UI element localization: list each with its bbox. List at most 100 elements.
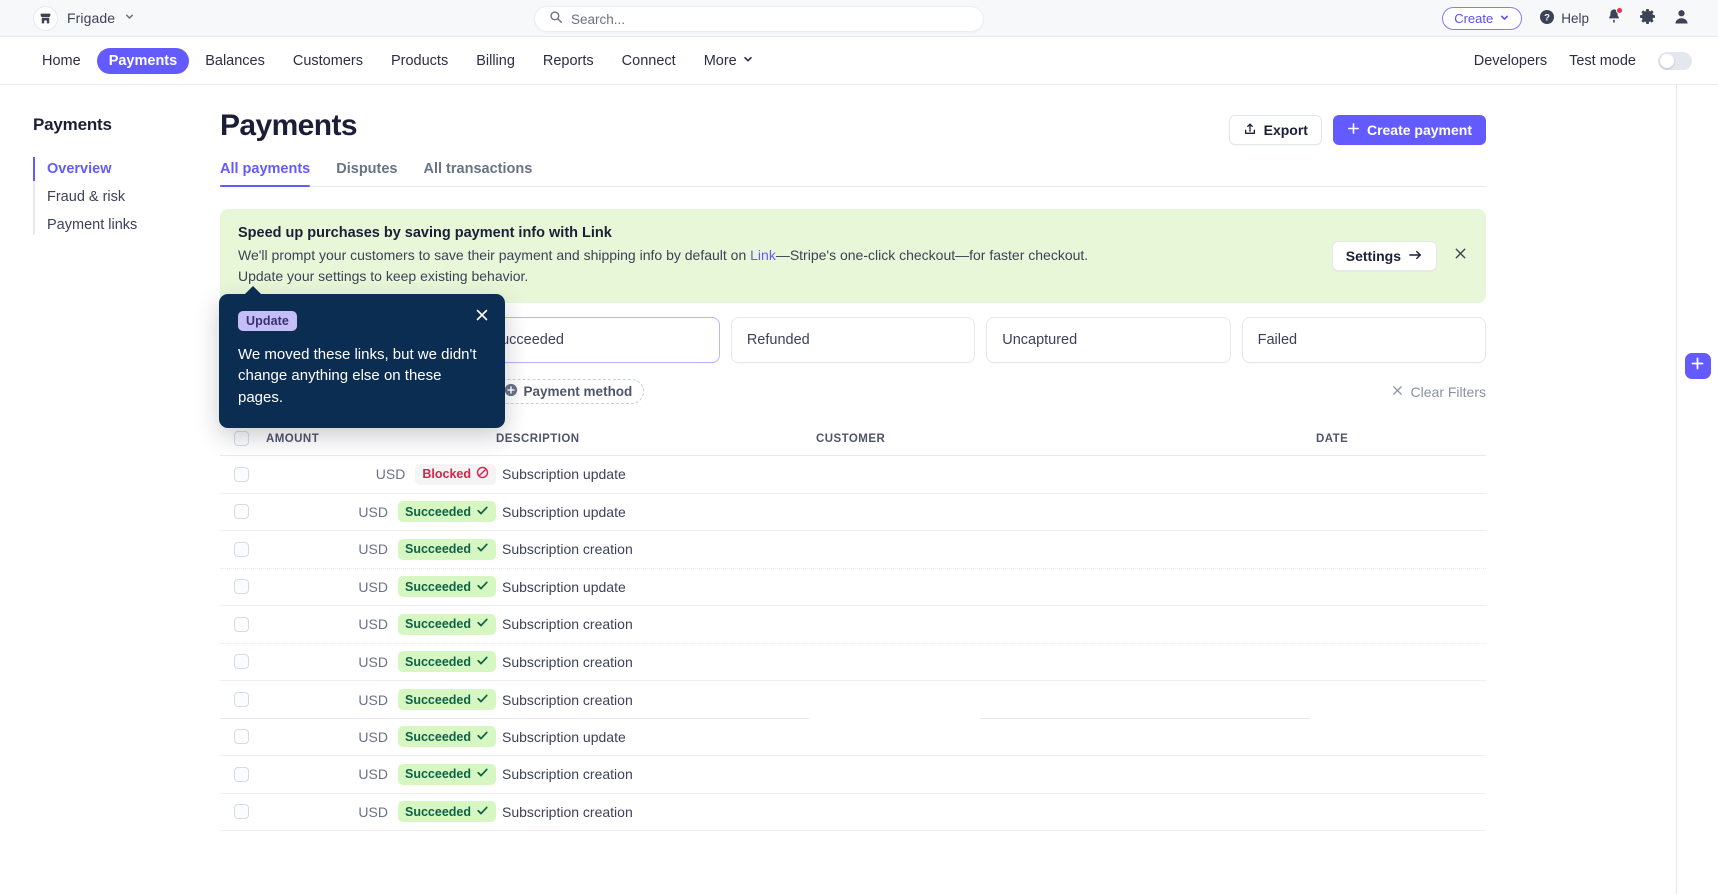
nav-item-connect[interactable]: Connect (610, 48, 688, 74)
column-header-customer[interactable]: CUSTOMER (816, 433, 1316, 445)
status-badge: Succeeded (397, 726, 496, 748)
store-icon (33, 5, 58, 31)
status-filter-refunded[interactable]: Refunded (730, 317, 976, 363)
cell-currency: USD (375, 466, 406, 483)
nav-right-actions: Developers Test mode (1474, 51, 1692, 70)
page-header-actions: Export Create payment (1228, 115, 1486, 145)
help-button-label: Help (1561, 11, 1589, 26)
test-mode-toggle[interactable] (1658, 51, 1692, 70)
status-badge: Blocked (415, 463, 496, 485)
table-row[interactable]: USD Blocked Subscription update (220, 456, 1486, 494)
tooltip-close-button[interactable] (474, 307, 490, 328)
create-button[interactable]: Create (1442, 7, 1523, 30)
status-filter-uncaptured[interactable]: Uncaptured (986, 317, 1231, 363)
banner-body-before: We'll prompt your customers to save thei… (238, 247, 751, 263)
sidebar-item-label: Overview (47, 161, 112, 177)
help-button[interactable]: ? Help (1539, 9, 1589, 28)
account-button[interactable] (1673, 8, 1690, 30)
select-all-checkbox[interactable] (234, 431, 249, 446)
row-checkbox[interactable] (234, 654, 249, 670)
cell-currency: USD (358, 803, 388, 820)
table-row[interactable]: USD Succeeded Subscription creation (220, 681, 1486, 719)
update-tooltip: Update We moved these links, but we didn… (219, 286, 505, 428)
table-row[interactable]: USD Succeeded Subscription creation (220, 606, 1486, 644)
nav-item-billing[interactable]: Billing (464, 48, 527, 74)
close-icon (1391, 384, 1404, 400)
column-header-description[interactable]: DESCRIPTION (496, 433, 816, 445)
tab-disputes[interactable]: Disputes (336, 161, 397, 186)
cell-currency: USD (358, 578, 388, 595)
nav-item-balances[interactable]: Balances (193, 48, 277, 74)
nav-items: Home Payments Balances Customers Product… (30, 47, 766, 74)
banner-body: We'll prompt your customers to save thei… (238, 245, 1098, 287)
export-button[interactable]: Export (1228, 115, 1322, 145)
check-icon (476, 579, 489, 595)
table-row[interactable]: USD Succeeded Subscription creation (220, 794, 1486, 831)
sidebar-item-fraud-and-risk[interactable]: Fraud & risk (47, 183, 220, 211)
global-search[interactable]: Search... (534, 6, 984, 32)
row-checkbox[interactable] (234, 804, 249, 820)
table-row[interactable]: USD Succeeded Subscription creation (220, 756, 1486, 794)
row-checkbox[interactable] (234, 579, 249, 595)
rail-add-button[interactable] (1684, 353, 1711, 379)
developers-link[interactable]: Developers (1474, 53, 1547, 69)
toggle-knob (1660, 53, 1674, 68)
row-select-cell (220, 729, 266, 745)
cell-amount: USD Succeeded (266, 613, 496, 635)
search-input[interactable]: Search... (571, 12, 625, 27)
status-badge-label: Blocked (422, 467, 471, 482)
cell-amount: USD Succeeded (266, 801, 496, 823)
nav-item-reports[interactable]: Reports (531, 48, 606, 74)
row-checkbox[interactable] (234, 692, 249, 708)
cell-amount: USD Succeeded (266, 576, 496, 598)
payments-table: AMOUNT DESCRIPTION CUSTOMER DATE USD Bloc… (220, 422, 1486, 831)
banner-close-button[interactable] (1453, 246, 1468, 266)
status-filter-succeeded[interactable]: Succeeded (475, 317, 720, 363)
nav-item-products[interactable]: Products (379, 48, 460, 74)
status-filter-failed[interactable]: Failed (1241, 317, 1487, 363)
row-checkbox[interactable] (234, 616, 249, 632)
row-checkbox[interactable] (234, 504, 249, 520)
sidebar-item-label: Payment links (47, 217, 138, 233)
table-row[interactable]: USD Succeeded Subscription update (220, 719, 1486, 756)
nav-item-customers[interactable]: Customers (281, 48, 375, 74)
top-bar: Frigade Search... Create ? Help (0, 0, 1718, 37)
row-checkbox[interactable] (234, 541, 249, 557)
clear-filters-button[interactable]: Clear Filters (1391, 384, 1486, 400)
table-row[interactable]: USD Succeeded Subscription update (220, 494, 1486, 531)
link-hyperlink[interactable]: Link (750, 247, 776, 263)
row-select-cell (220, 466, 266, 482)
banner-text: Speed up purchases by saving payment inf… (238, 225, 1332, 287)
plus-icon (1347, 122, 1360, 138)
table-row[interactable]: USD Succeeded Subscription creation (220, 531, 1486, 569)
plus-circle-icon (504, 383, 518, 400)
row-checkbox[interactable] (234, 466, 249, 482)
cell-currency: USD (358, 728, 388, 745)
banner-settings-button[interactable]: Settings (1331, 241, 1437, 271)
column-header-amount[interactable]: AMOUNT (266, 433, 496, 445)
nav-item-label: Billing (476, 52, 515, 69)
cell-description: Subscription creation (502, 616, 633, 633)
sidebar-item-payment-links[interactable]: Payment links (47, 211, 220, 239)
nav-item-home[interactable]: Home (30, 48, 93, 74)
nav-item-payments[interactable]: Payments (96, 47, 190, 74)
settings-button[interactable] (1639, 8, 1656, 30)
notifications-button[interactable] (1606, 6, 1623, 30)
row-checkbox[interactable] (234, 766, 249, 782)
chevron-down-icon (742, 53, 754, 69)
column-header-date[interactable]: DATE (1316, 433, 1486, 445)
page-body: Payments Overview Fraud & risk Payment l… (0, 85, 1718, 894)
filter-chip-payment-method[interactable]: Payment method (494, 379, 645, 404)
cell-description: Subscription update (502, 466, 626, 483)
table-row[interactable]: USD Succeeded Subscription creation (220, 644, 1486, 681)
create-payment-button[interactable]: Create payment (1332, 115, 1486, 145)
cell-description: Subscription update (502, 578, 626, 595)
sidebar-item-overview[interactable]: Overview (33, 155, 220, 183)
table-row[interactable]: USD Succeeded Subscription update (220, 569, 1486, 606)
account-switcher[interactable]: Frigade (33, 5, 135, 31)
close-icon (474, 307, 490, 328)
row-checkbox[interactable] (234, 729, 249, 745)
tab-all-payments[interactable]: All payments (220, 161, 311, 187)
nav-item-more[interactable]: More (692, 48, 766, 74)
tab-all-transactions[interactable]: All transactions (424, 161, 533, 186)
